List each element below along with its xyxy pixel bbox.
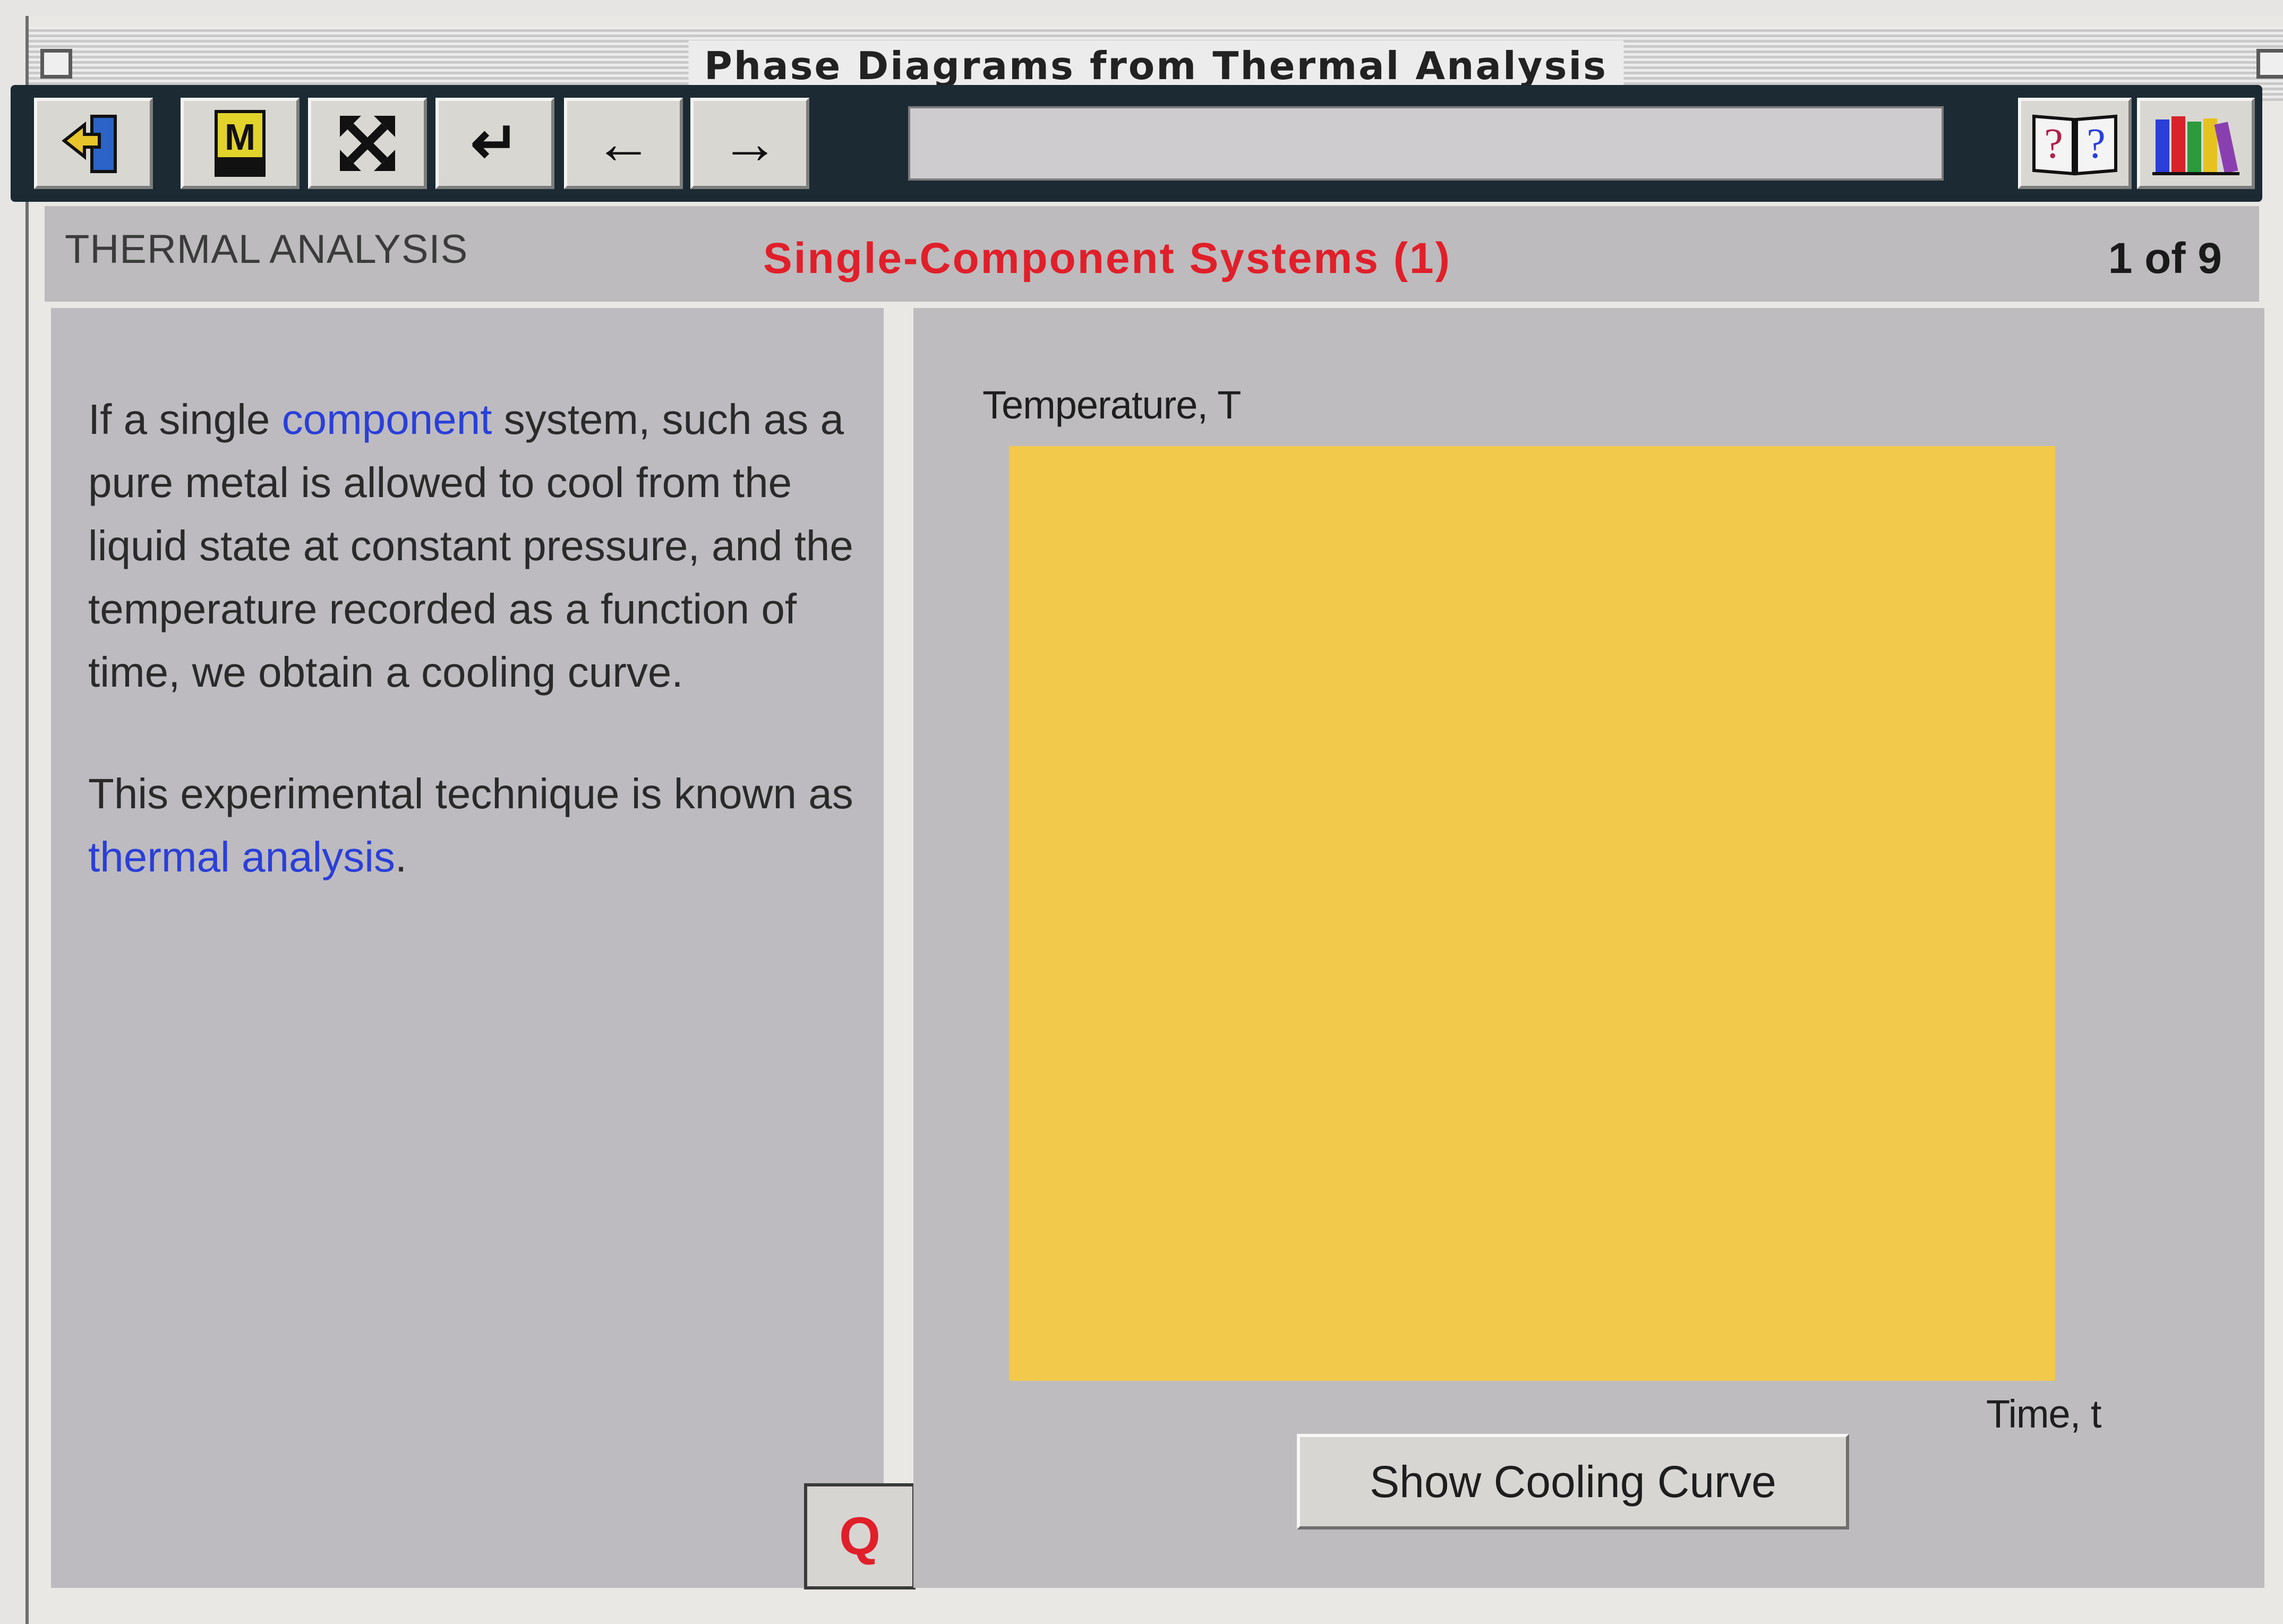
forward-button[interactable]: → [690, 98, 809, 189]
show-cooling-curve-button[interactable]: Show Cooling Curve [1297, 1434, 1849, 1529]
paragraph-2-end: . [395, 833, 407, 881]
map-button[interactable]: M [181, 98, 300, 189]
back-button[interactable]: ← [564, 98, 683, 189]
paragraph-1: If a single component system, such as a … [88, 388, 863, 704]
body-text: If a single component system, such as a … [88, 388, 863, 947]
section-label: THERMAL ANALYSIS [65, 227, 468, 272]
thermal-analysis-link[interactable]: thermal analysis [88, 833, 395, 881]
x-axis-label: Time, t [1986, 1392, 2101, 1436]
left-arrow-icon: ← [594, 110, 653, 176]
window-title: Phase Diagrams from Thermal Analysis [688, 40, 1623, 91]
return-button[interactable]: ↵ [435, 98, 554, 189]
address-field[interactable] [908, 106, 1944, 181]
y-axis-label: Temperature, T [982, 383, 1241, 427]
help-book-icon: ? ? [2032, 114, 2117, 176]
svg-text:?: ? [2087, 121, 2106, 167]
component-link[interactable]: component [282, 396, 492, 443]
toolbar: M ↵ ← → ? ? [11, 85, 2262, 202]
expand-arrows-icon [340, 116, 395, 171]
plot-area [1009, 446, 2055, 1381]
paragraph-2-start: This experimental technique is known as [88, 770, 853, 817]
paragraph-1-start: If a single [88, 396, 282, 443]
page-counter: 1 of 9 [2108, 234, 2222, 283]
close-box[interactable] [40, 49, 72, 79]
graph-panel: Temperature, T Time, t Show Cooling Curv… [913, 308, 2264, 1588]
right-arrow-icon: → [721, 110, 779, 176]
text-panel: If a single component system, such as a … [51, 308, 916, 1589]
library-books-icon [2152, 116, 2239, 175]
header-band: THERMAL ANALYSIS Single-Component System… [45, 206, 2259, 302]
return-arrow-icon: ↵ [470, 110, 520, 176]
zoom-box[interactable] [2256, 49, 2283, 79]
svg-text:M: M [225, 116, 255, 158]
exit-button[interactable] [34, 98, 153, 189]
svg-text:?: ? [2044, 121, 2063, 167]
library-button[interactable] [2137, 98, 2255, 189]
map-icon: M [215, 110, 266, 177]
quiz-button-label: Q [839, 1506, 880, 1566]
paragraph-2: This experimental technique is known as … [88, 762, 863, 888]
quiz-button[interactable]: Q [804, 1483, 916, 1589]
exit-door-icon [62, 115, 117, 173]
expand-button[interactable] [308, 98, 427, 189]
help-button[interactable]: ? ? [2018, 98, 2132, 189]
page-title: Single-Component Systems (1) [763, 234, 1451, 283]
